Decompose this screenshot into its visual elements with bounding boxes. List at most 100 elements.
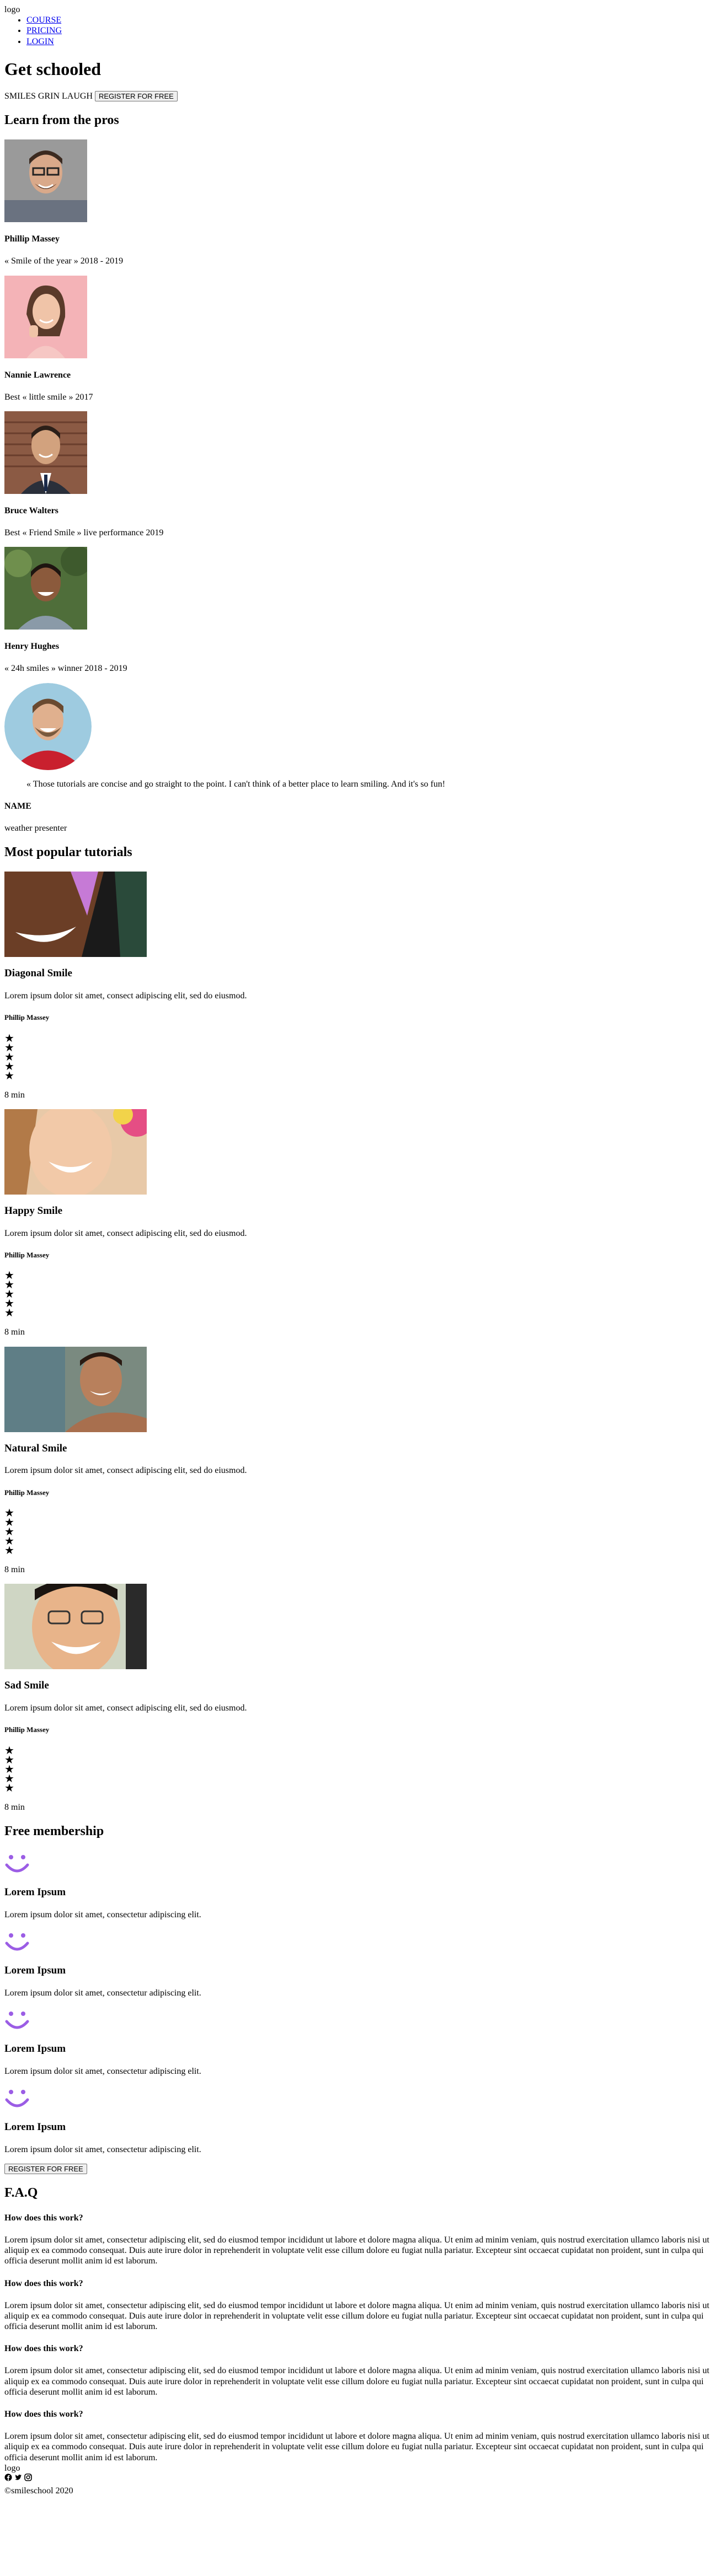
star-icon: ★ (4, 1507, 14, 1520)
testimonial-quote: « Those tutorials are concise and go str… (26, 779, 446, 789)
star-icon: ★ (4, 1772, 14, 1785)
faq-question[interactable]: How does this work? (4, 2213, 712, 2223)
membership-heading: Free membership (4, 1824, 104, 1839)
pro-name: Phillip Massey (4, 234, 60, 244)
pro-card: Nannie Lawrence Best « little smile » 20… (4, 275, 712, 402)
star-icon: ★ (4, 1782, 14, 1794)
tutorial-duration: 8 min (4, 1565, 25, 1575)
pro-card: Henry Hughes « 24h smiles » winner 2018 … (4, 547, 712, 674)
faq-question[interactable]: How does this work? (4, 2409, 712, 2419)
star-icon: ★ (4, 1526, 14, 1539)
twitter-icon[interactable] (14, 2473, 22, 2481)
star-icon: ★ (4, 1041, 14, 1054)
membership-register-button[interactable]: REGISTER FOR FREE (4, 2163, 87, 2174)
tutorial-duration: 8 min (4, 1327, 25, 1337)
hero-tagline-row: SMILES GRIN LAUGH REGISTER FOR FREE (4, 91, 712, 102)
site-header: logo COURSE PRICING LOGIN (4, 4, 712, 47)
tutorial-rating: ★ ★ ★ ★ ★ (4, 1032, 712, 1082)
star-icon: ★ (4, 1032, 14, 1045)
tutorial-duration: 8 min (4, 1090, 25, 1100)
star-icon: ★ (4, 1051, 14, 1063)
tutorial-title: Sad Smile (4, 1680, 49, 1692)
smiley-icon (5, 1854, 29, 1873)
faq-item: How does this work? Lorem ipsum dolor si… (4, 2278, 712, 2332)
membership-item-text: Lorem ipsum dolor sit amet, consectetur … (4, 1910, 201, 1919)
membership-item-title: Lorem Ipsum (4, 2121, 66, 2133)
membership-item-title: Lorem Ipsum (4, 1886, 66, 1898)
membership-item-text: Lorem ipsum dolor sit amet, consectetur … (4, 2144, 201, 2154)
star-icon: ★ (4, 1744, 14, 1757)
pro-award: Best « little smile » 2017 (4, 392, 93, 402)
tutorial-description: Lorem ipsum dolor sit amet, consect adip… (4, 1703, 247, 1713)
instagram-icon[interactable] (24, 2473, 32, 2481)
hero-tagline: SMILES GRIN LAUGH (4, 92, 93, 101)
main-nav: COURSE PRICING LOGIN (4, 15, 712, 47)
membership-item: Lorem Ipsum Lorem ipsum dolor sit amet, … (4, 2007, 712, 2077)
tutorial-description: Lorem ipsum dolor sit amet, consect adip… (4, 1466, 247, 1476)
tutorial-author: Phillip Massey (4, 1725, 50, 1734)
testimonial: « Those tutorials are concise and go str… (4, 682, 712, 834)
pro-award: Best « Friend Smile » live performance 2… (4, 528, 164, 538)
pro-name: Henry Hughes (4, 642, 60, 652)
nav-item-course: COURSE (26, 15, 712, 25)
faq-answer: Lorem ipsum dolor sit amet, consectetur … (4, 2366, 709, 2397)
tutorial-thumbnail (4, 871, 147, 957)
testimonial-name: NAME (4, 801, 31, 811)
star-icon: ★ (4, 1763, 14, 1776)
faq-question[interactable]: How does this work? (4, 2278, 712, 2289)
tutorial-card[interactable]: Sad Smile Lorem ipsum dolor sit amet, co… (4, 1584, 712, 1813)
tutorial-duration: 8 min (4, 1802, 25, 1812)
tutorial-description: Lorem ipsum dolor sit amet, consect adip… (4, 1228, 247, 1238)
star-icon: ★ (4, 1545, 14, 1557)
faq-item: How does this work? Lorem ipsum dolor si… (4, 2213, 712, 2267)
pro-photo-phillip (4, 139, 87, 223)
tutorial-card[interactable]: Diagonal Smile Lorem ipsum dolor sit ame… (4, 871, 712, 1100)
testimonial-photo (4, 682, 92, 770)
facebook-icon[interactable] (4, 2473, 12, 2481)
pro-award: « Smile of the year » 2018 - 2019 (4, 256, 124, 266)
smiley-icon (5, 1933, 29, 1951)
pro-card: Phillip Massey « Smile of the year » 201… (4, 139, 712, 266)
membership-item: Lorem Ipsum Lorem ipsum dolor sit amet, … (4, 1851, 712, 1920)
pro-award: « 24h smiles » winner 2018 - 2019 (4, 664, 127, 674)
hero-register-button[interactable]: REGISTER FOR FREE (95, 91, 178, 102)
faq-answer: Lorem ipsum dolor sit amet, consectetur … (4, 2235, 709, 2266)
tutorial-rating: ★ ★ ★ ★ ★ (4, 1744, 712, 1794)
tutorial-title: Happy Smile (4, 1204, 63, 1217)
star-icon: ★ (4, 1298, 14, 1310)
star-icon: ★ (4, 1270, 14, 1282)
nav-link-login[interactable]: LOGIN (26, 37, 54, 46)
pro-photo-nannie (4, 275, 87, 358)
star-icon: ★ (4, 1307, 14, 1320)
nav-link-course[interactable]: COURSE (26, 15, 61, 25)
pros-heading: Learn from the pros (4, 113, 119, 128)
smiley-icon (5, 2089, 29, 2107)
tutorial-card[interactable]: Happy Smile Lorem ipsum dolor sit amet, … (4, 1109, 712, 1338)
membership-item-title: Lorem Ipsum (4, 2042, 66, 2055)
faq-item: How does this work? Lorem ipsum dolor si… (4, 2409, 712, 2463)
header-logo: logo (4, 5, 20, 14)
membership-item: Lorem Ipsum Lorem ipsum dolor sit amet, … (4, 1929, 712, 1998)
membership-item: Lorem Ipsum Lorem ipsum dolor sit amet, … (4, 2085, 712, 2155)
membership-item-text: Lorem ipsum dolor sit amet, consectetur … (4, 2066, 201, 2076)
smiley-icon (5, 2011, 29, 2029)
tutorial-rating: ★ ★ ★ ★ ★ (4, 1270, 712, 1320)
nav-item-login: LOGIN (26, 36, 712, 47)
tutorial-thumbnail (4, 1109, 147, 1195)
tutorial-author: Phillip Massey (4, 1013, 50, 1021)
pro-name: Bruce Walters (4, 505, 58, 515)
faq-heading: F.A.Q (4, 2185, 38, 2200)
tutorial-description: Lorem ipsum dolor sit amet, consect adip… (4, 991, 247, 1001)
pro-photo-bruce (4, 411, 87, 494)
tutorial-title: Diagonal Smile (4, 967, 72, 979)
star-icon: ★ (4, 1516, 14, 1529)
tutorial-thumbnail (4, 1346, 147, 1432)
star-icon: ★ (4, 1279, 14, 1292)
tutorial-card[interactable]: Natural Smile Lorem ipsum dolor sit amet… (4, 1346, 712, 1575)
faq-answer: Lorem ipsum dolor sit amet, consectetur … (4, 2300, 709, 2332)
nav-link-pricing[interactable]: PRICING (26, 26, 62, 35)
faq-question[interactable]: How does this work? (4, 2343, 712, 2354)
testimonial-role: weather presenter (4, 824, 67, 833)
star-icon: ★ (4, 1060, 14, 1073)
footer-copyright: ©smileschool 2020 (4, 2486, 73, 2496)
